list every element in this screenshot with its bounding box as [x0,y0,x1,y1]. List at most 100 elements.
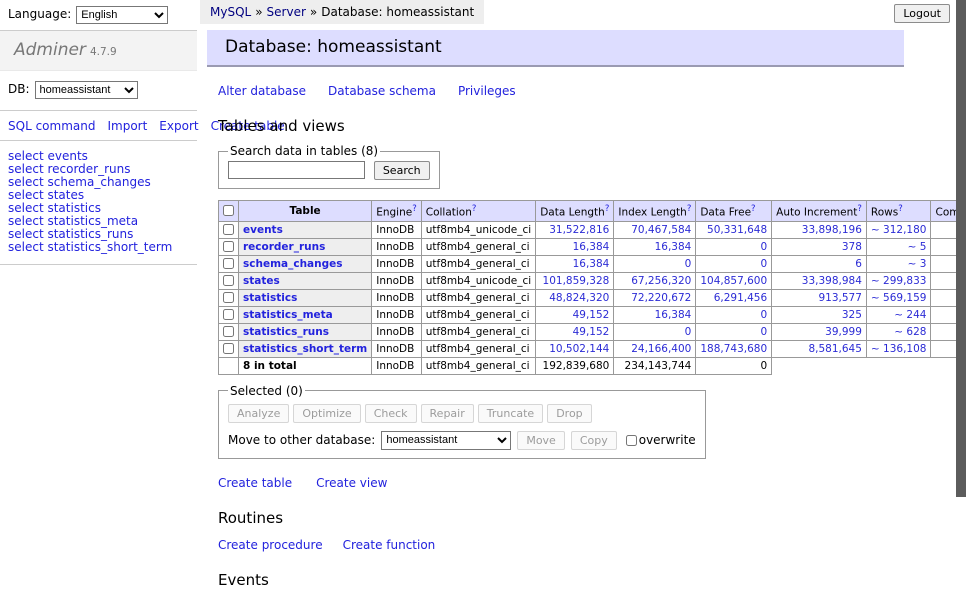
data-free-link[interactable]: 0 [760,309,767,321]
data-free-link[interactable]: 0 [760,241,767,253]
table-link-events[interactable]: events [243,224,283,236]
data-length-link[interactable]: 31,522,816 [549,224,609,236]
row-checkbox[interactable] [223,275,234,286]
data-free-link[interactable]: 188,743,680 [700,343,767,355]
index-length-link[interactable]: 67,256,320 [631,275,691,287]
data-free-link[interactable]: 0 [760,326,767,338]
move-button[interactable]: Move [517,431,565,450]
row-checkbox[interactable] [223,309,234,320]
create-link-create-table[interactable]: Create table [218,476,292,490]
column-help-link[interactable]: ? [412,204,417,214]
table-row: eventsInnoDButf8mb4_unicode_ci31,522,816… [219,221,966,238]
data-length-link[interactable]: 49,152 [573,309,610,321]
index-length-link[interactable]: 72,220,672 [631,292,691,304]
row-checkbox[interactable] [223,224,234,235]
auto-increment-link[interactable]: 39,999 [825,326,862,338]
breadcrumb-link-mysql[interactable]: MySQL [210,5,251,19]
rows-link[interactable]: ~ 136,108 [871,343,927,355]
auto-increment-link[interactable]: 378 [842,241,862,253]
auto-increment-link[interactable]: 325 [842,309,862,321]
table-link-states[interactable]: states [243,275,280,287]
rows-link[interactable]: ~ 244 [894,309,926,321]
column-help-link[interactable]: ? [687,204,692,214]
row-checkbox[interactable] [223,326,234,337]
data-length-link[interactable]: 16,384 [573,241,610,253]
optimize-button[interactable]: Optimize [293,404,360,423]
data-free-link[interactable]: 6,291,456 [714,292,767,304]
data-free-link[interactable]: 104,857,600 [700,275,767,287]
auto-increment-link[interactable]: 8,581,645 [808,343,861,355]
repair-button[interactable]: Repair [421,404,474,423]
rows-link[interactable]: ~ 5 [908,241,927,253]
index-length-link[interactable]: 70,467,584 [631,224,691,236]
auto-increment-link[interactable]: 6 [855,258,862,270]
scrollbar-thumb[interactable] [956,0,966,497]
column-help-link[interactable]: ? [751,204,756,214]
data-length-link[interactable]: 16,384 [573,258,610,270]
truncate-button[interactable]: Truncate [478,404,543,423]
search-input[interactable] [228,161,365,179]
table-link-statistics-meta[interactable]: statistics_meta [243,309,333,321]
logout-button[interactable]: Logout [894,4,950,23]
auto-increment-link[interactable]: 33,398,984 [802,275,862,287]
database-link-alter-database[interactable]: Alter database [218,84,306,98]
language-select[interactable]: English [76,6,168,24]
auto-increment-link[interactable]: 33,898,196 [802,224,862,236]
data-free-link[interactable]: 0 [760,258,767,270]
index-length-link[interactable]: 0 [685,258,692,270]
rows-link[interactable]: ~ 569,159 [871,292,927,304]
sidebar-action-import[interactable]: Import [107,119,147,133]
row-checkbox[interactable] [223,292,234,303]
routine-link-create-function[interactable]: Create function [343,538,436,552]
data-length-link[interactable]: 101,859,328 [543,275,610,287]
rows-link[interactable]: ~ 3 [908,258,927,270]
rows-link[interactable]: ~ 312,180 [871,224,927,236]
index-length-link[interactable]: 24,166,400 [631,343,691,355]
table-link-statistics-short-term[interactable]: statistics_short_term [243,343,367,355]
data-length-link[interactable]: 48,824,320 [549,292,609,304]
database-link-database-schema[interactable]: Database schema [328,84,436,98]
breadcrumb-link-server[interactable]: Server [267,5,306,19]
overwrite-label: overwrite [639,433,696,447]
tables-overview-table: TableEngine?Collation?Data Length?Index … [218,200,966,375]
table-link-statistics[interactable]: statistics [243,292,297,304]
sidebar-action-export[interactable]: Export [159,119,198,133]
select-all-checkbox[interactable] [223,205,234,216]
column-help-link[interactable]: ? [605,204,610,214]
move-db-select[interactable]: homeassistant [381,431,511,450]
table-link-statistics-runs[interactable]: statistics_runs [243,326,329,338]
create-link-create-view[interactable]: Create view [316,476,387,490]
copy-button[interactable]: Copy [571,431,617,450]
data-length-link[interactable]: 49,152 [573,326,610,338]
drop-button[interactable]: Drop [547,404,591,423]
sidebar-action-sql-command[interactable]: SQL command [8,119,95,133]
data-free-link[interactable]: 50,331,648 [707,224,767,236]
rows-link[interactable]: ~ 628 [894,326,926,338]
row-checkbox[interactable] [223,343,234,354]
table-link-schema-changes[interactable]: schema_changes [243,258,343,270]
db-select[interactable]: homeassistant [35,81,138,99]
overwrite-checkbox[interactable] [626,435,637,446]
check-button[interactable]: Check [365,404,417,423]
row-checkbox[interactable] [223,258,234,269]
column-help-link[interactable]: ? [472,204,477,214]
sidebar-link-select-statistics-short-term[interactable]: select statistics_short_term [8,241,189,254]
table-link-recorder-runs[interactable]: recorder_runs [243,241,325,253]
index-length-link[interactable]: 0 [685,326,692,338]
row-checkbox[interactable] [223,241,234,252]
column-help-link[interactable]: ? [898,204,903,214]
routine-link-create-procedure[interactable]: Create procedure [218,538,323,552]
index-length-cell: 0 [614,255,696,272]
row-select-cell [219,340,239,357]
data-length-link[interactable]: 10,502,144 [549,343,609,355]
auto-increment-link[interactable]: 913,577 [819,292,862,304]
index-length-link[interactable]: 16,384 [655,241,692,253]
index-length-link[interactable]: 16,384 [655,309,692,321]
rows-link[interactable]: ~ 299,833 [871,275,927,287]
scrollbar-track[interactable] [956,0,966,543]
total-data-length-cell: 192,839,680 [536,357,614,374]
database-link-privileges[interactable]: Privileges [458,84,516,98]
column-help-link[interactable]: ? [857,204,862,214]
analyze-button[interactable]: Analyze [228,404,289,423]
search-button[interactable]: Search [374,161,430,180]
